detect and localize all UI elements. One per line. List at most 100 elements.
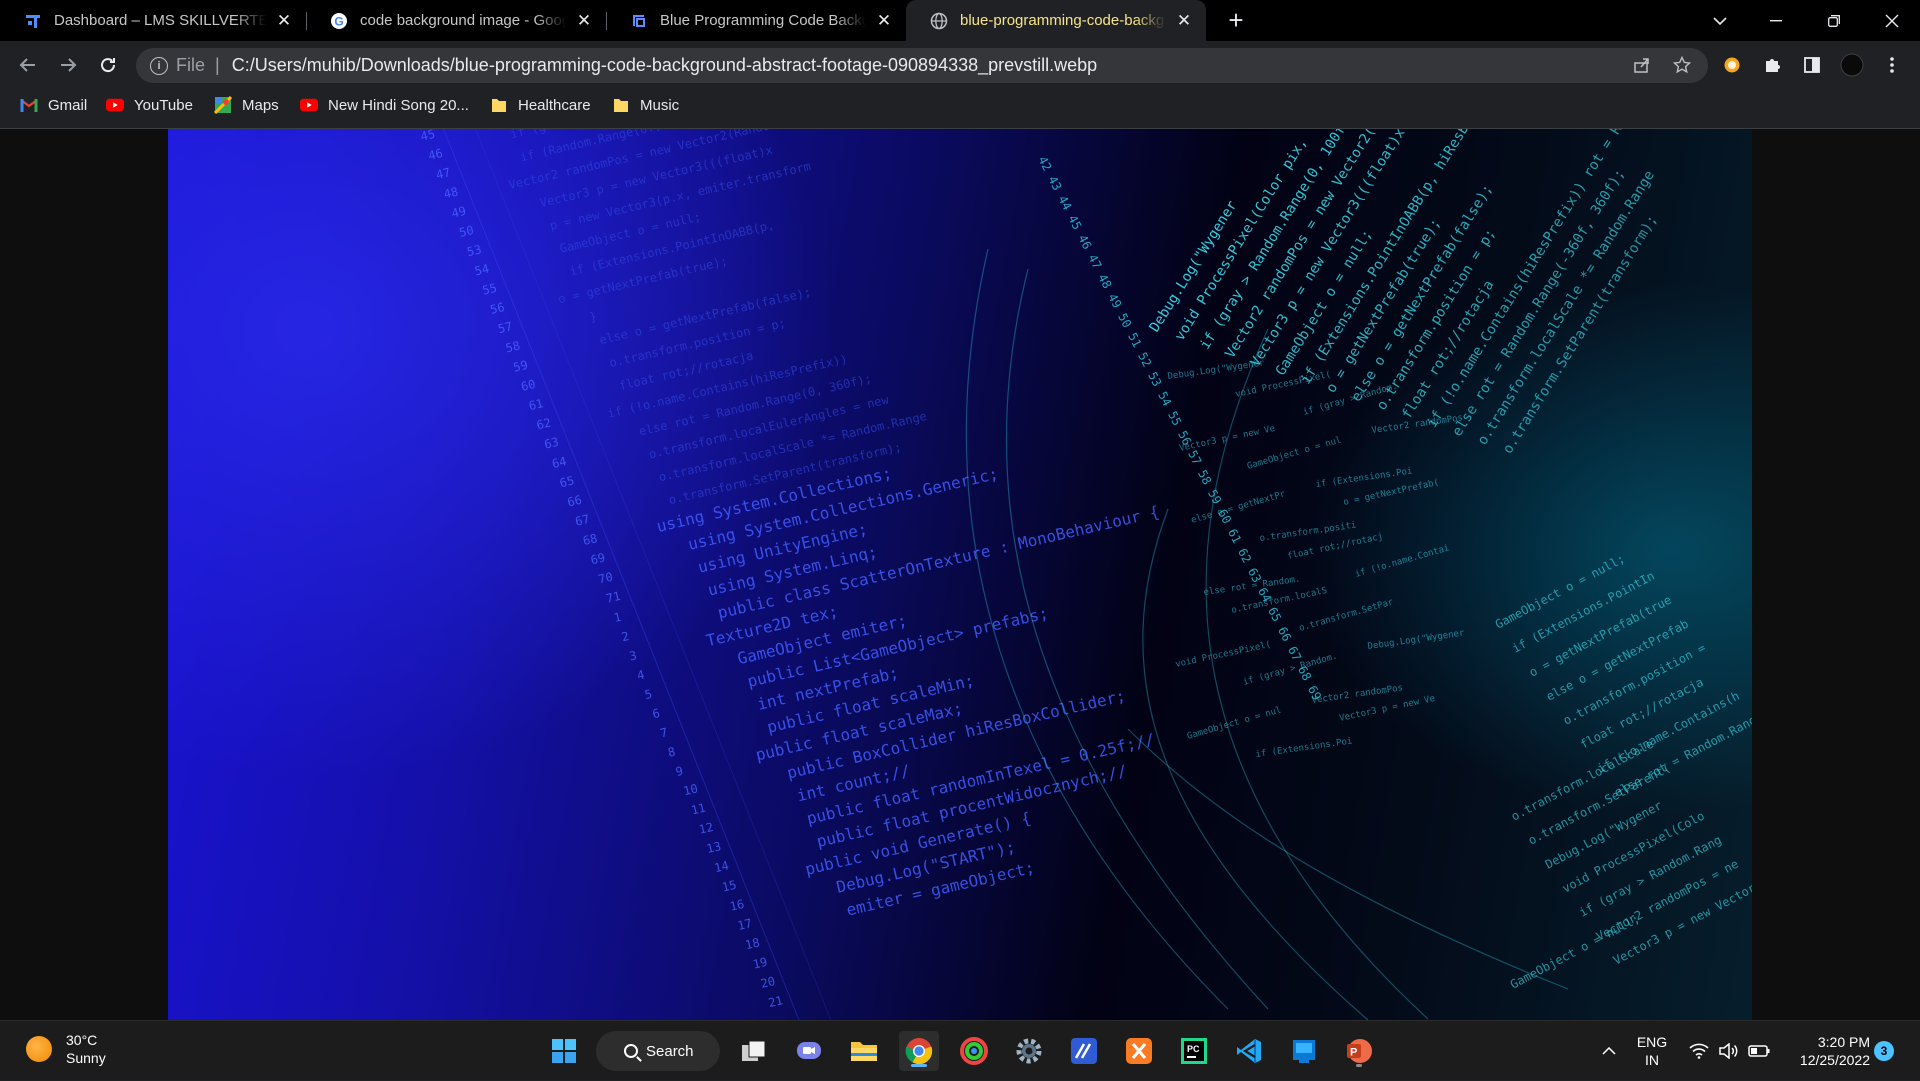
address-bar[interactable]: i File | C:/Users/muhib/Downloads/blue-p… <box>136 48 1708 83</box>
bookmark-youtube[interactable]: YouTube <box>106 89 193 121</box>
show-hidden-icons-chevron-up-icon[interactable] <box>1598 1021 1620 1081</box>
svg-text:PC: PC <box>1187 1044 1200 1054</box>
powerpoint-icon[interactable]: P <box>1339 1031 1379 1071</box>
extensions-puzzle-icon[interactable] <box>1756 49 1788 81</box>
xampp-icon[interactable] <box>1119 1031 1159 1071</box>
volume-icon[interactable] <box>1716 1021 1742 1081</box>
settings-gear-icon[interactable] <box>1009 1031 1049 1071</box>
clock-date: 12/25/2022 <box>1799 1052 1870 1068</box>
bookmark-gmail[interactable]: Gmail <box>20 89 87 121</box>
bookmark-label: Maps <box>242 96 279 114</box>
close-icon[interactable]: ✕ <box>1174 11 1194 31</box>
line-number: 52 <box>1135 350 1154 369</box>
close-icon[interactable]: ✕ <box>274 11 294 31</box>
vscode-insiders-icon[interactable] <box>1064 1031 1104 1071</box>
close-icon[interactable]: ✕ <box>574 11 594 31</box>
start-button[interactable] <box>544 1031 584 1071</box>
battery-icon[interactable] <box>1746 1021 1772 1081</box>
tab-title: blue-programming-code-background-abstrac… <box>960 12 1166 29</box>
bookmark-star-icon[interactable] <box>1666 49 1698 81</box>
taskbar-search[interactable]: Search <box>596 1031 720 1071</box>
share-icon[interactable] <box>1626 49 1658 81</box>
tab-skillvertex[interactable]: Dashboard – LMS SKILLVERTEX ✕ <box>0 0 306 41</box>
vscode-icon[interactable] <box>1229 1031 1269 1071</box>
line-number: 17 <box>736 916 753 933</box>
bookmark-hindi-song[interactable]: New Hindi Song 20... <box>300 89 469 121</box>
code-fragment-text: Debug.Log("Wygener <box>1167 358 1266 382</box>
new-tab-button[interactable]: + <box>1222 5 1250 35</box>
restore-button[interactable] <box>1806 0 1862 41</box>
line-number: 70 <box>597 570 614 587</box>
line-number: 68 <box>582 531 599 548</box>
system-clock[interactable]: 3:20 PM 12/25/2022 <box>1780 1033 1870 1069</box>
line-number: 45 <box>419 129 436 144</box>
line-number: 66 <box>1275 624 1294 643</box>
blue-app-icon[interactable] <box>1284 1031 1324 1071</box>
code-lines: Debug.Log("Wygenerowano " + count);void … <box>507 129 1161 920</box>
line-number: 49 <box>1105 291 1124 310</box>
teams-chat-icon[interactable] <box>789 1031 829 1071</box>
notification-badge[interactable]: 3 <box>1874 1041 1894 1061</box>
bookmark-maps[interactable]: Maps <box>214 89 279 121</box>
line-number: 51 <box>1125 330 1144 349</box>
line-number: 67 <box>574 512 591 529</box>
extension-orange-icon[interactable] <box>1716 49 1748 81</box>
bookmark-folder-music[interactable]: Music <box>612 89 679 121</box>
profile-avatar[interactable] <box>1836 49 1868 81</box>
minimize-button[interactable] <box>1748 0 1804 41</box>
code-fragment-text: if (!o.name.Contai <box>1354 543 1451 580</box>
line-number: 5 <box>643 687 653 702</box>
url-text[interactable]: C:/Users/muhib/Downloads/blue-programmin… <box>232 55 1097 76</box>
code-fragment-text: GameObject o = nul <box>1246 435 1343 472</box>
pycharm-icon[interactable]: PC <box>1174 1031 1214 1071</box>
tab-title: code background image - Google Search <box>360 12 566 29</box>
line-number: 14 <box>713 858 730 875</box>
close-window-button[interactable] <box>1864 0 1920 41</box>
chrome-icon[interactable] <box>899 1031 939 1071</box>
menu-kebab-icon[interactable] <box>1876 49 1908 81</box>
language-indicator[interactable]: ENG IN <box>1630 1033 1674 1069</box>
sun-icon <box>26 1036 52 1062</box>
folder-icon <box>490 97 508 113</box>
color-app-icon[interactable] <box>954 1031 994 1071</box>
bookmark-folder-healthcare[interactable]: Healthcare <box>490 89 591 121</box>
tab-google-search[interactable]: G code background image - Google Search … <box>306 0 606 41</box>
wifi-icon[interactable] <box>1686 1021 1712 1081</box>
line-number: 56 <box>489 300 506 317</box>
code-fragment-text: Debug.Log("Wygener <box>1367 628 1466 652</box>
info-icon[interactable]: i <box>150 56 168 75</box>
tab-image-file[interactable]: blue-programming-code-background-abstrac… <box>906 0 1206 41</box>
back-button[interactable] <box>12 49 44 81</box>
tab-search-button[interactable] <box>1692 0 1748 41</box>
line-number: 7 <box>659 725 669 740</box>
code-fragment: GameObject o = nul <box>1246 435 1343 472</box>
search-icon <box>624 1044 638 1058</box>
code-fragment: o.transform.SetPar <box>1298 597 1395 634</box>
line-number: 60 <box>520 377 537 394</box>
maps-icon <box>214 96 232 114</box>
weather-widget[interactable]: 30°C Sunny <box>26 1031 106 1067</box>
running-indicator <box>1356 1064 1362 1067</box>
code-fragment-text: else o = getNextPr <box>1190 489 1287 526</box>
line-number: 71 <box>605 589 622 606</box>
region-code: IN <box>1645 1052 1659 1068</box>
line-number: 48 <box>1095 272 1114 291</box>
line-number: 54 <box>473 262 490 279</box>
line-number: 21 <box>767 993 784 1010</box>
line-number: 53 <box>1145 370 1164 389</box>
line-number: 10 <box>682 781 699 798</box>
language-code: ENG <box>1636 1034 1668 1050</box>
tab-blue-programming[interactable]: Blue Programming Code Background ✕ <box>606 0 906 41</box>
file-explorer-icon[interactable] <box>844 1031 884 1071</box>
task-view-icon[interactable] <box>734 1031 774 1071</box>
code-fragment-text: GameObject o = nul <box>1186 705 1283 742</box>
line-number: 65 <box>558 473 575 490</box>
forward-button[interactable] <box>52 49 84 81</box>
code-fragment: Debug.Log("Wygener <box>1167 358 1266 382</box>
close-icon[interactable]: ✕ <box>874 11 894 31</box>
code-fragment: Debug.Log("Wygener <box>1367 628 1466 652</box>
reload-button[interactable] <box>92 49 124 81</box>
side-panel-icon[interactable] <box>1796 49 1828 81</box>
tab-title: Dashboard – LMS SKILLVERTEX <box>54 12 266 29</box>
right-code-page: Debug.Log("Wygenervoid ProcessPixel(Colo… <box>1147 129 1675 457</box>
